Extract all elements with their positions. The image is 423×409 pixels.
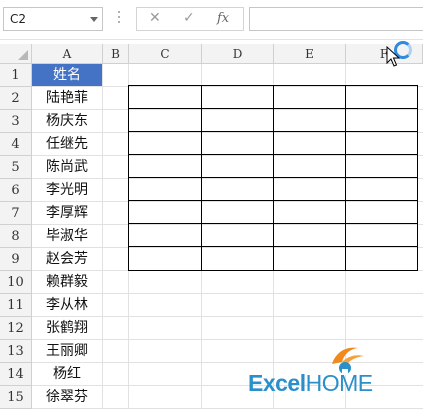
row-header[interactable]: 9 (0, 248, 32, 271)
name-cell[interactable]: 李光明 (32, 179, 102, 201)
row-header[interactable]: 8 (0, 225, 32, 248)
row-header[interactable]: 5 (0, 156, 32, 179)
select-all-corner[interactable] (0, 44, 32, 64)
insert-function-icon[interactable]: fx (217, 11, 229, 26)
name-cell[interactable]: 赵会芳 (32, 248, 102, 270)
table-border (128, 200, 418, 201)
table-border (128, 108, 418, 109)
col-header-e[interactable]: E (274, 44, 346, 64)
name-cell[interactable]: 任继先 (32, 133, 102, 155)
name-cell[interactable]: 赖群毅 (32, 271, 102, 293)
col-header-d[interactable]: D (202, 44, 274, 64)
formula-bar-divider (0, 39, 423, 40)
gridline (102, 64, 103, 409)
row-header[interactable]: 2 (0, 87, 32, 110)
table-border (128, 85, 129, 271)
chevron-down-icon[interactable] (90, 17, 98, 22)
formula-input[interactable] (249, 7, 423, 31)
name-cell[interactable]: 陆艳菲 (32, 87, 102, 109)
col-header-b[interactable]: B (103, 44, 129, 64)
name-cell[interactable]: 陈尚武 (32, 156, 102, 178)
table-border (128, 177, 418, 178)
table-border (128, 131, 418, 132)
row-header[interactable]: 6 (0, 179, 32, 202)
logo-home: HOME (305, 370, 374, 396)
table-border (128, 270, 418, 271)
name-cell[interactable]: 杨红 (32, 363, 102, 385)
row-header[interactable]: 14 (0, 363, 32, 386)
row-header[interactable]: 13 (0, 340, 32, 363)
name-cell[interactable]: 李从林 (32, 294, 102, 316)
name-cell[interactable]: 王丽卿 (32, 340, 102, 362)
excelhome-logo: ExcelHOME (246, 338, 416, 399)
formula-bar: C2 ✕ ✓ fx (0, 0, 423, 40)
row-header[interactable]: 11 (0, 294, 32, 317)
cancel-icon[interactable]: ✕ (149, 10, 161, 26)
select-all-icon[interactable] (18, 50, 28, 60)
enter-icon[interactable]: ✓ (183, 10, 195, 26)
table-border (128, 223, 418, 224)
name-cell[interactable]: 李厚辉 (32, 202, 102, 224)
name-cell[interactable]: 张鹤翔 (32, 317, 102, 339)
table-border (345, 85, 346, 271)
table-border (417, 85, 418, 271)
name-cell[interactable]: 毕淑华 (32, 225, 102, 247)
col-header-a[interactable]: A (32, 44, 103, 64)
formula-buttons: ✕ ✓ fx (136, 7, 244, 31)
row-header[interactable]: 3 (0, 110, 32, 133)
table-border (128, 246, 418, 247)
row-header[interactable]: 1 (0, 64, 32, 87)
table-border (128, 154, 418, 155)
logo-wordmark: ExcelHOME (248, 370, 373, 397)
row-header[interactable]: 10 (0, 271, 32, 294)
table-border (128, 85, 418, 86)
name-box-value: C2 (10, 12, 27, 26)
logo-excel: Excel (248, 370, 306, 396)
row-header[interactable]: 4 (0, 133, 32, 156)
row-header[interactable]: 7 (0, 202, 32, 225)
formula-bar-grip-icon[interactable] (118, 11, 120, 27)
row-header[interactable]: 15 (0, 386, 32, 409)
name-box[interactable]: C2 (3, 7, 103, 31)
col-header-c[interactable]: C (129, 44, 202, 64)
name-cell[interactable]: 徐翠芬 (32, 386, 102, 408)
arrow-pointer-icon (386, 46, 400, 67)
row-header[interactable]: 12 (0, 317, 32, 340)
table-border (273, 85, 274, 271)
header-cell[interactable]: 姓名 (32, 64, 102, 86)
table-border (201, 85, 202, 271)
name-cell[interactable]: 杨庆东 (32, 110, 102, 132)
